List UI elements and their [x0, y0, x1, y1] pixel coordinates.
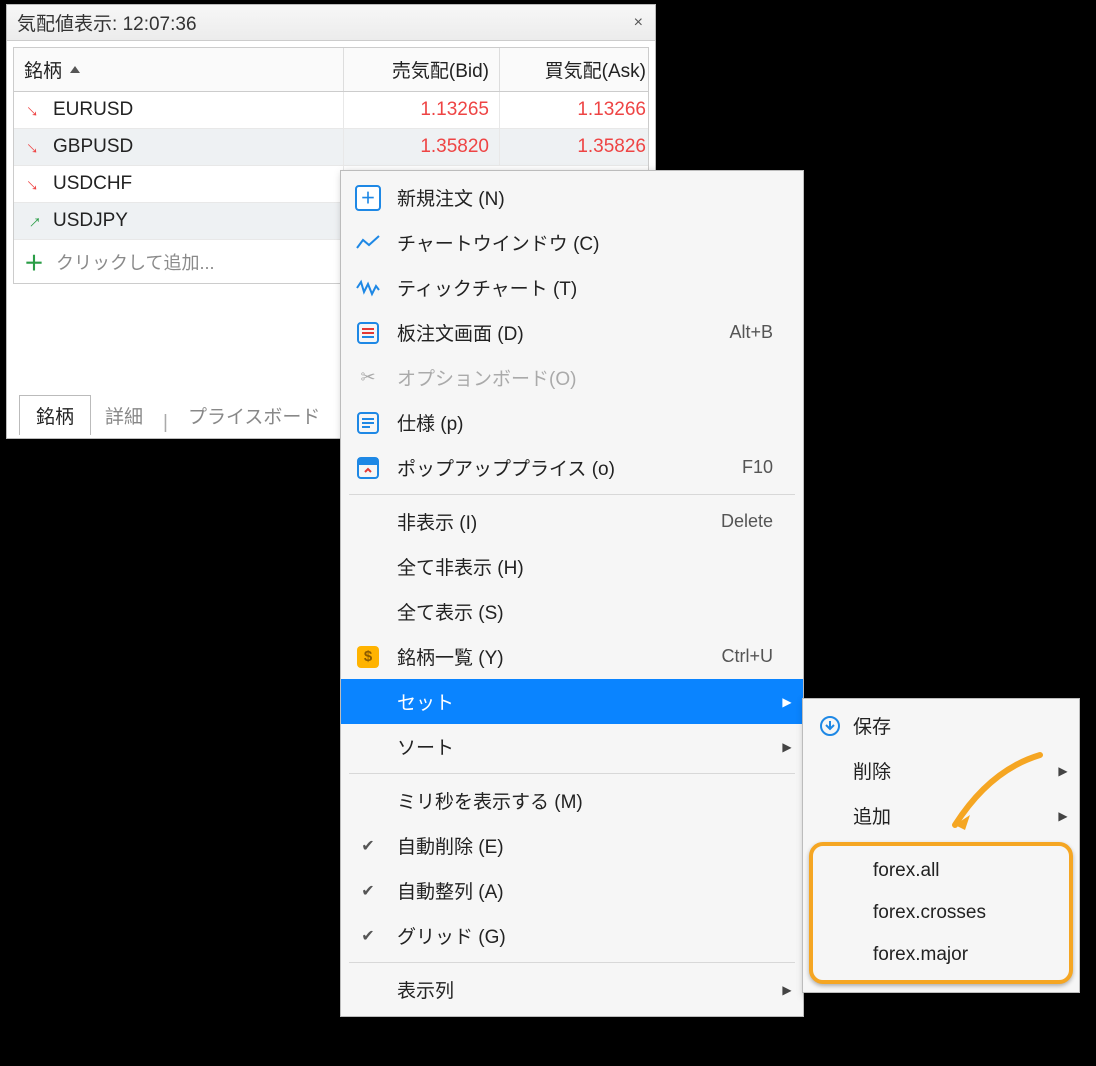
arrow-up-icon: → [19, 207, 48, 236]
context-menu: ＋ 新規注文 (N) チャートウインドウ (C) ティックチャート (T) 板注… [340, 170, 804, 1017]
menu-specification[interactable]: 仕様 (p) [341, 400, 803, 445]
bid-value: 1.13265 [344, 92, 500, 128]
menu-columns[interactable]: 表示列 ▶ [341, 967, 803, 1012]
menu-separator [349, 962, 795, 963]
dollar-icon: $ [357, 646, 379, 668]
menu-show-all[interactable]: 全て表示 (S) [341, 589, 803, 634]
tab-priceboard[interactable]: プライスボード [174, 396, 334, 435]
menu-sets[interactable]: セット ▶ [341, 679, 803, 724]
grid-header[interactable]: 銘柄 売気配(Bid) 買気配(Ask) [14, 48, 648, 92]
set-forex-crosses[interactable]: forex.crosses [813, 892, 1069, 934]
menu-symbol-list[interactable]: $ 銘柄一覧 (Y) Ctrl+U [341, 634, 803, 679]
menu-depth-of-market[interactable]: 板注文画面 (D) Alt+B [341, 310, 803, 355]
highlighted-sets-group: forex.all forex.crosses forex.major [809, 842, 1073, 984]
quote-row[interactable]: → GBPUSD 1.35820 1.35826 [14, 129, 648, 166]
submenu-save[interactable]: 保存 [803, 703, 1079, 748]
close-icon[interactable]: × [630, 14, 647, 32]
symbol-name: GBPUSD [53, 136, 133, 158]
popup-icon [353, 456, 383, 480]
menu-option-board: ✂ オプションボード(O) [341, 355, 803, 400]
submenu-arrow-icon: ▶ [777, 740, 797, 754]
menu-tick-chart[interactable]: ティックチャート (T) [341, 265, 803, 310]
col-symbol[interactable]: 銘柄 [14, 48, 344, 91]
check-icon: ✔ [353, 924, 383, 948]
bid-value: 1.35820 [344, 129, 500, 165]
symbol-name: USDCHF [53, 173, 132, 195]
chart-icon [353, 231, 383, 255]
ask-value: 1.13266 [500, 92, 656, 128]
submenu-arrow-icon: ▶ [777, 983, 797, 997]
submenu-arrow-icon: ▶ [1053, 809, 1073, 823]
menu-auto-arrange[interactable]: ✔ 自動整列 (A) [341, 868, 803, 913]
submenu-add[interactable]: 追加 ▶ [803, 793, 1079, 838]
col-ask[interactable]: 買気配(Ask) [500, 48, 656, 91]
menu-separator [349, 773, 795, 774]
panel-title: 気配値表示: 12:07:36 [17, 9, 197, 36]
menu-auto-delete[interactable]: ✔ 自動削除 (E) [341, 823, 803, 868]
set-forex-all[interactable]: forex.all [813, 850, 1069, 892]
menu-chart-window[interactable]: チャートウインドウ (C) [341, 220, 803, 265]
add-symbol-label: クリックして追加... [56, 249, 214, 275]
quote-row[interactable]: → EURUSD 1.13265 1.13266 [14, 92, 648, 129]
submenu-arrow-icon: ▶ [1053, 764, 1073, 778]
menu-new-order[interactable]: ＋ 新規注文 (N) [341, 175, 803, 220]
ask-value: 1.35826 [500, 129, 656, 165]
menu-hide-all[interactable]: 全て非表示 (H) [341, 544, 803, 589]
tab-details[interactable]: 詳細 [91, 396, 157, 435]
menu-separator [349, 494, 795, 495]
menu-hide[interactable]: 非表示 (I) Delete [341, 499, 803, 544]
arrow-down-icon: → [19, 133, 48, 162]
symbol-name: EURUSD [53, 99, 133, 121]
spec-icon [353, 411, 383, 435]
depth-icon [353, 321, 383, 345]
tab-separator: | [157, 412, 174, 434]
sets-submenu: 保存 削除 ▶ 追加 ▶ forex.all forex.crosses for… [802, 698, 1080, 993]
sort-ascending-icon [70, 66, 80, 73]
menu-popup-prices[interactable]: ポップアッププライス (o) F10 [341, 445, 803, 490]
submenu-delete[interactable]: 削除 ▶ [803, 748, 1079, 793]
col-bid[interactable]: 売気配(Bid) [344, 48, 500, 91]
new-order-icon: ＋ [355, 185, 381, 211]
set-forex-major[interactable]: forex.major [813, 934, 1069, 976]
menu-sort[interactable]: ソート ▶ [341, 724, 803, 769]
scissors-icon: ✂ [353, 366, 383, 390]
arrow-down-icon: → [19, 96, 48, 125]
menu-show-ms[interactable]: ミリ秒を表示する (M) [341, 778, 803, 823]
symbol-name: USDJPY [53, 210, 128, 232]
menu-grid[interactable]: ✔ グリッド (G) [341, 913, 803, 958]
panel-titlebar: 気配値表示: 12:07:36 × [7, 5, 655, 41]
arrow-down-icon: → [19, 170, 48, 199]
check-icon: ✔ [353, 879, 383, 903]
submenu-arrow-icon: ▶ [777, 695, 797, 709]
check-icon: ✔ [353, 834, 383, 858]
tab-symbols[interactable]: 銘柄 [19, 395, 91, 435]
save-icon [815, 714, 845, 738]
tick-chart-icon [353, 276, 383, 300]
plus-icon: ＋ [24, 247, 44, 276]
